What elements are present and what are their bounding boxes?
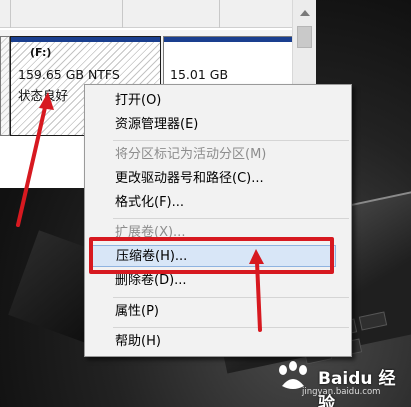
partition-status-label: 状态良好 bbox=[18, 88, 69, 103]
menu-item-mark-active[interactable]: 将分区标记为活动分区(M) bbox=[85, 144, 351, 166]
partition-size-label: 159.65 GB NTFS bbox=[18, 67, 120, 82]
header-divider bbox=[10, 0, 11, 28]
partition-header-stripe bbox=[164, 37, 312, 42]
menu-item-change-drive-letter[interactable]: 更改驱动器号和路径(C)... bbox=[85, 168, 351, 190]
partition-size-label: 15.01 GB bbox=[170, 67, 229, 82]
partition-header-stripe bbox=[11, 37, 160, 42]
baidu-watermark: Baidu 经验 jingyan.baidu.com bbox=[260, 360, 410, 407]
menu-item-help[interactable]: 帮助(H) bbox=[85, 331, 351, 353]
annotation-highlight-box bbox=[89, 237, 334, 274]
watermark-url: jingyan.baidu.com bbox=[302, 387, 381, 397]
menu-separator bbox=[113, 140, 349, 141]
watermark-brand: Baidu 经验 bbox=[318, 369, 396, 407]
partition-context-menu: 打开(O) 资源管理器(E) 将分区标记为活动分区(M) 更改驱动器号和路径(C… bbox=[84, 84, 352, 357]
partition-drive-label: (F:) bbox=[30, 46, 52, 59]
menu-item-open[interactable]: 打开(O) bbox=[85, 90, 351, 112]
partition-previous[interactable] bbox=[0, 36, 10, 136]
menu-item-explorer[interactable]: 资源管理器(E) bbox=[85, 114, 351, 136]
volume-list-header bbox=[0, 0, 316, 28]
menu-item-properties[interactable]: 属性(P) bbox=[85, 301, 351, 323]
scrollbar-thumb[interactable] bbox=[297, 26, 312, 48]
menu-separator bbox=[113, 297, 349, 298]
menu-separator bbox=[113, 327, 349, 328]
menu-item-format[interactable]: 格式化(F)... bbox=[85, 192, 351, 214]
scroll-up-arrow-icon[interactable] bbox=[300, 10, 310, 16]
menu-separator bbox=[113, 218, 349, 219]
header-divider bbox=[122, 0, 123, 28]
header-divider bbox=[219, 0, 220, 28]
